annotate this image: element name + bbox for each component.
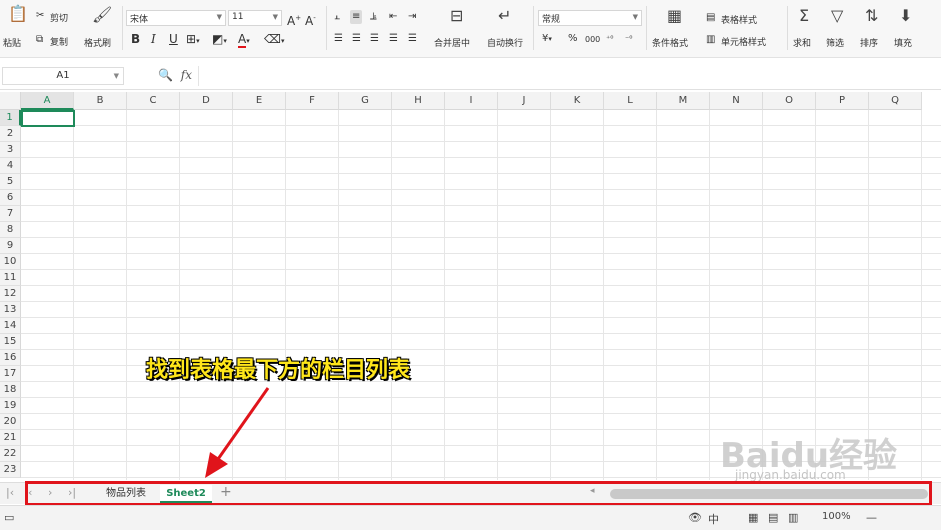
annotation-highlight-box (25, 481, 932, 506)
eye-protection-icon[interactable]: 👁 (688, 511, 702, 524)
macro-icon[interactable]: ▭ (4, 511, 14, 524)
first-sheet-icon[interactable]: |‹ (6, 486, 14, 499)
page-break-icon[interactable]: ▥ (788, 511, 798, 524)
zoom-out-button[interactable]: — (866, 511, 877, 524)
zoom-level[interactable]: 100% (822, 511, 851, 522)
input-method-icon[interactable]: 中 (708, 511, 719, 527)
page-layout-icon[interactable]: ▤ (768, 511, 778, 524)
baidu-watermark-url: jingyan.baidu.com (735, 468, 846, 482)
normal-view-icon[interactable]: ▦ (748, 511, 758, 524)
status-bar: ▭ 👁 中 ▦ ▤ ▥ 100% — (0, 505, 941, 530)
